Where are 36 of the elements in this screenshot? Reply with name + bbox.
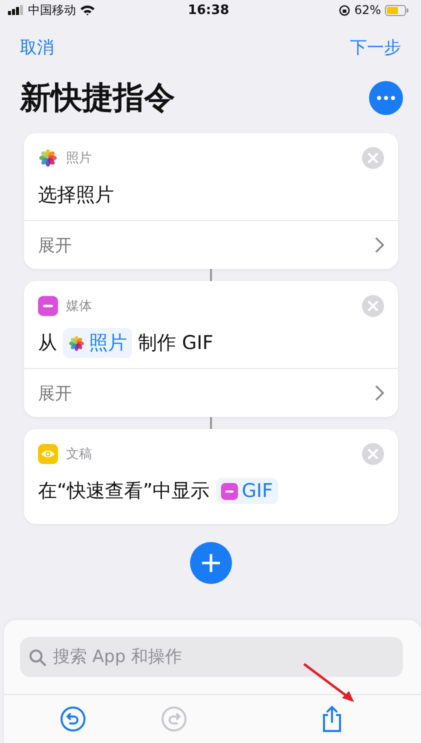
clock-time: 16:38 — [188, 2, 230, 18]
cancel-link[interactable]: 取消 — [20, 36, 54, 58]
variable-token[interactable]: 照片 — [63, 328, 132, 358]
battery-icon — [385, 4, 410, 16]
search-field[interactable]: 搜索 App 和操作 — [20, 637, 403, 677]
action-text: 在“快速查看”中显示 — [38, 479, 210, 504]
rotation-lock-icon — [339, 4, 350, 16]
media-icon — [220, 482, 238, 500]
wifi-icon — [80, 4, 95, 16]
eye-icon — [38, 444, 58, 464]
carrier-name: 中国移动 — [28, 2, 76, 18]
expand-link[interactable]: 展开 — [38, 234, 72, 256]
action-text: 从 — [38, 331, 57, 356]
plus-icon — [202, 554, 220, 572]
action-category: 文稿 — [66, 446, 93, 463]
media-icon — [38, 296, 58, 316]
chevron-icon — [375, 385, 384, 401]
search-icon — [29, 649, 46, 666]
flower-icon — [38, 148, 58, 168]
add-button[interactable] — [190, 542, 232, 584]
next-link[interactable]: 下一步 — [350, 36, 401, 58]
variable-token[interactable]: GIF — [216, 478, 278, 504]
action-category: 媒体 — [66, 298, 93, 315]
share-icon[interactable] — [322, 705, 342, 733]
action-category: 照片 — [66, 150, 93, 167]
chevron-icon — [375, 237, 384, 253]
more-icon — [377, 96, 395, 100]
expand-link[interactable]: 展开 — [38, 382, 72, 404]
undo-icon[interactable] — [60, 706, 86, 732]
action-text: 选择照片 — [38, 183, 114, 208]
signal-icon — [8, 5, 24, 15]
battery-percent: 62% — [354, 3, 382, 17]
more-button[interactable] — [369, 81, 403, 115]
page-title: 新快捷指令 — [20, 79, 175, 118]
action-text: 制作 GIF — [138, 331, 214, 356]
flower-icon — [68, 334, 85, 352]
